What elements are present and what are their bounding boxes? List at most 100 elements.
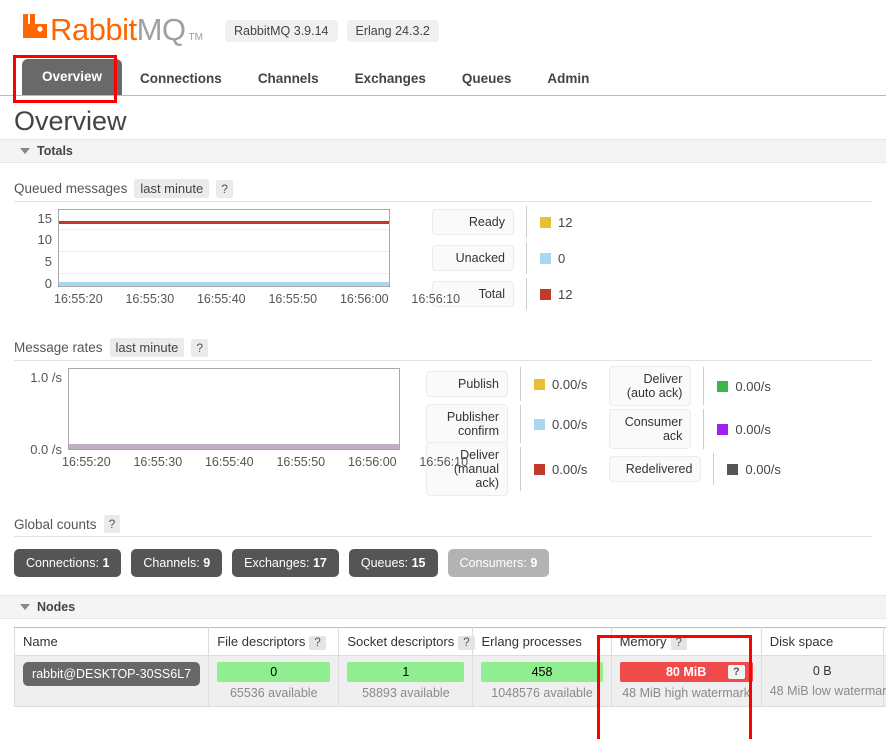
col-header-socket-descriptors[interactable]: Socket descriptors?: [338, 627, 475, 657]
cell-node-name: rabbit@DESKTOP-30SS6L7: [13, 655, 210, 708]
count-label-exchanges: Exchanges:: [244, 556, 310, 571]
socket-descriptors-note: 58893 available: [362, 686, 450, 701]
count-label-queues: Queues:: [360, 556, 409, 571]
count-pill-channels[interactable]: Channels: 9: [131, 549, 223, 578]
count-value-exchanges: 17: [312, 556, 327, 571]
node-name-badge[interactable]: rabbit@DESKTOP-30SS6L7: [23, 662, 201, 687]
disk-space-note: 48 MiB low watermark: [769, 684, 886, 699]
legend-divider: [703, 367, 705, 406]
brand-secondary: MQ: [136, 12, 186, 47]
swatch-publish-icon: [534, 378, 545, 390]
socket-descriptors-value: 1: [402, 665, 410, 680]
global-counts-list: Connections: 1 Channels: 9 Exchanges: 17…: [14, 549, 886, 578]
legend-value-redelivered: 0.00/s: [745, 461, 781, 477]
memory-help-icon[interactable]: ?: [670, 636, 687, 651]
count-value-queues: 15: [411, 556, 426, 571]
gridline: [59, 229, 389, 231]
series-line-zero-baseline: [69, 444, 399, 450]
tab-overview[interactable]: Overview: [22, 58, 123, 95]
disk-space-value: 0 B: [812, 664, 832, 679]
rates-legend-left: Publish 0.00/s Publisher confirm 0.00/s …: [426, 365, 588, 497]
memory-bar-help-icon[interactable]: ?: [727, 665, 745, 680]
legend-value-unacked: 0: [558, 250, 566, 266]
queued-xtick-1: 16:55:30: [125, 292, 175, 307]
col-header-erlang-processes[interactable]: Erlang processes: [472, 627, 612, 657]
rabbitmq-logo[interactable]: Rabbit MQ TM: [22, 13, 203, 45]
section-totals-header[interactable]: Totals: [0, 139, 886, 164]
legend-divider: [520, 367, 521, 402]
queued-ytick-10: 10: [37, 232, 52, 248]
legend-value-publish: 0.00/s: [552, 376, 588, 392]
caret-down-icon: [20, 148, 30, 155]
page-body: Overview Totals Queued messages last min…: [0, 106, 886, 739]
legend-button-redelivered[interactable]: Redelivered: [609, 456, 702, 483]
rates-xtick-0: 16:55:20: [62, 455, 111, 470]
tab-channels[interactable]: Channels: [240, 63, 337, 95]
file-descriptors-help-icon[interactable]: ?: [309, 636, 326, 651]
rates-legend-right: Deliver (auto ack) 0.00/s Consumer ack 0…: [609, 365, 781, 487]
count-pill-connections[interactable]: Connections: 1: [14, 549, 122, 578]
tab-exchanges[interactable]: Exchanges: [337, 63, 444, 95]
swatch-redelivered-icon: [727, 463, 739, 475]
memory-bar: 80 MiB ?: [619, 662, 753, 683]
section-nodes-header[interactable]: Nodes: [0, 595, 886, 620]
legend-row-unacked: Unacked 0: [432, 240, 572, 276]
legend-divider: [703, 409, 705, 450]
count-pill-exchanges[interactable]: Exchanges: 17: [232, 549, 339, 578]
legend-button-consumer-ack[interactable]: Consumer ack: [609, 409, 692, 450]
global-counts-help-icon[interactable]: ?: [103, 515, 121, 534]
col-header-name[interactable]: Name: [13, 627, 210, 657]
legend-value-total: 12: [558, 286, 573, 302]
app-header: Rabbit MQ TM RabbitMQ 3.9.14 Erlang 24.3.2: [0, 0, 886, 50]
count-label-channels: Channels:: [143, 556, 200, 571]
count-pill-consumers[interactable]: Consumers: 9: [447, 549, 550, 578]
legend-button-publish[interactable]: Publish: [426, 371, 508, 398]
count-pill-queues[interactable]: Queues: 15: [348, 549, 438, 578]
legend-button-ready[interactable]: Ready: [432, 209, 514, 236]
legend-button-publisher-confirm[interactable]: Publisher confirm: [426, 404, 508, 445]
rates-help-icon[interactable]: ?: [191, 338, 209, 357]
col-header-file-descriptors[interactable]: File descriptors?: [208, 627, 340, 657]
rates-x-axis: 16:55:20 16:55:30 16:55:40 16:55:50 16:5…: [62, 455, 487, 469]
legend-button-deliver-auto-ack[interactable]: Deliver (auto ack): [609, 366, 692, 407]
erlang-processes-bar: 458: [481, 662, 603, 683]
message-rates-chart-row: 1.0 /s 0.0 /s 16:55:20 16:55:30 16:55:40…: [14, 366, 886, 497]
legend-value-deliver-auto-ack: 0.00/s: [735, 378, 771, 394]
queued-messages-chart-row: 15 10 5 0 16:55:20 16:55:30 16:55:40 16:…: [14, 206, 886, 312]
legend-value-consumer-ack: 0.00/s: [735, 421, 771, 437]
rates-ytick-bottom: 0.0 /s: [30, 442, 62, 458]
queued-x-axis: 16:55:20 16:55:30 16:55:40 16:55:50 16:5…: [54, 292, 479, 306]
legend-value-deliver-manual-ack: 0.00/s: [552, 461, 588, 477]
legend-value-ready: 12: [558, 214, 573, 230]
queued-help-icon[interactable]: ?: [216, 179, 233, 198]
swatch-unacked-icon: [540, 252, 551, 264]
col-label-socket-descriptors: Socket descriptors: [347, 634, 455, 650]
message-rates-chart: 1.0 /s 0.0 /s 16:55:20 16:55:30 16:55:40…: [14, 368, 468, 471]
cell-disk-space: 0 B 48 MiB low watermark: [760, 655, 886, 708]
message-rates-header: Message rates last minute ?: [14, 338, 872, 362]
version-badges: RabbitMQ 3.9.14 Erlang 24.3.2: [225, 20, 439, 42]
queued-ytick-5: 5: [44, 254, 52, 270]
col-header-disk-space[interactable]: Disk space: [760, 627, 884, 657]
socket-descriptors-help-icon[interactable]: ?: [458, 636, 475, 651]
tab-admin[interactable]: Admin: [529, 63, 607, 95]
queued-messages-header: Queued messages last minute ?: [14, 179, 872, 203]
queued-plot-area: [58, 209, 390, 288]
legend-row-publish: Publish 0.00/s: [426, 365, 587, 403]
legend-row-ready: Ready 12: [432, 204, 572, 240]
tab-connections[interactable]: Connections: [122, 63, 240, 95]
rates-period-selector[interactable]: last minute: [109, 338, 185, 358]
tab-queues[interactable]: Queues: [444, 63, 530, 95]
queued-period-selector[interactable]: last minute: [134, 179, 210, 199]
legend-button-unacked[interactable]: Unacked: [432, 245, 514, 272]
col-header-memory[interactable]: Memory?: [610, 627, 762, 657]
queued-y-axis: 15 10 5 0: [14, 212, 52, 290]
legend-button-deliver-manual-ack[interactable]: Deliver (manual ack): [426, 442, 508, 497]
legend-divider: [526, 206, 527, 239]
erlang-processes-note: 1048576 available: [491, 686, 593, 701]
queued-xtick-2: 16:55:40: [196, 292, 246, 307]
cell-erlang-processes: 458 1048576 available: [472, 655, 612, 708]
brand-primary: Rabbit: [50, 12, 137, 47]
rates-xtick-2: 16:55:40: [204, 455, 254, 470]
count-value-channels: 9: [203, 556, 211, 571]
